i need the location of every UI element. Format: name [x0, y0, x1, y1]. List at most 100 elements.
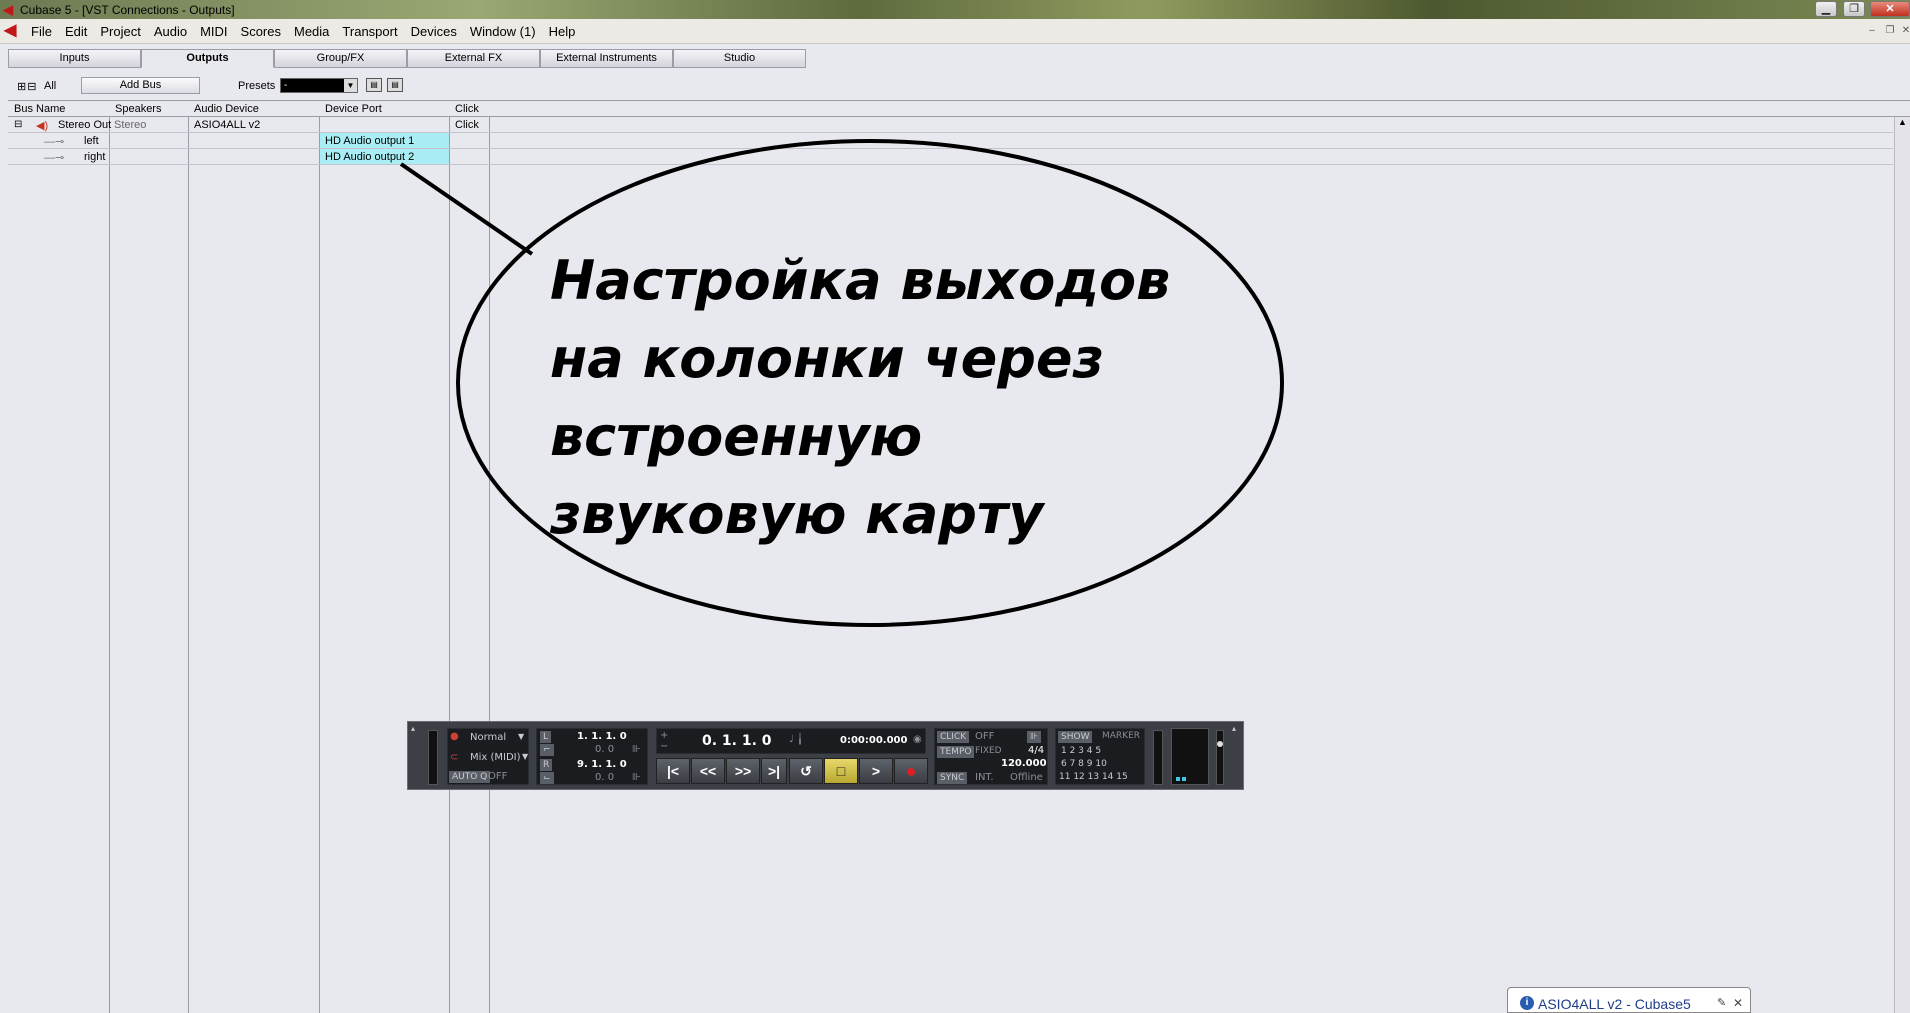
- table-row[interactable]: —⊸ right HD Audio output 2: [8, 149, 1893, 165]
- position-time-value[interactable]: 0:00:00.000: [840, 735, 907, 746]
- master-level-fader[interactable]: [1216, 730, 1224, 785]
- note-icon: ♩ ╽: [789, 734, 803, 745]
- collapse-icon[interactable]: ⊟: [14, 119, 22, 130]
- tab-inputs[interactable]: Inputs: [8, 49, 141, 68]
- autoq-label[interactable]: AUTO Q: [449, 771, 491, 783]
- tab-external-instruments[interactable]: External Instruments: [540, 49, 673, 68]
- punch-in-icon[interactable]: ⌐: [540, 744, 554, 756]
- remove-preset-icon[interactable]: ▤: [387, 78, 403, 92]
- expand-collapse-all-icon[interactable]: ⊞⊟: [17, 80, 37, 93]
- right-locator-value[interactable]: 9. 1. 1. 0: [577, 759, 627, 770]
- go-to-start-button[interactable]: |<: [656, 758, 690, 784]
- rewind-button[interactable]: <<: [691, 758, 725, 784]
- menu-project[interactable]: Project: [95, 24, 148, 39]
- all-label: All: [44, 80, 57, 92]
- speaker-icon: ◀): [36, 120, 49, 132]
- menu-help[interactable]: Help: [544, 24, 584, 39]
- chevron-down-icon[interactable]: ▼: [518, 732, 524, 741]
- marker-buttons-row-1[interactable]: 1 2 3 4 5: [1061, 746, 1101, 756]
- device-port-cell[interactable]: HD Audio output 1: [325, 135, 414, 147]
- table-row[interactable]: ⊟ ◀) Stereo Out Stereo ASIO4ALL v2 Click: [8, 117, 1893, 133]
- header-speakers[interactable]: Speakers: [115, 103, 161, 115]
- notification-popup[interactable]: i ASIO4ALL v2 - Cubase5 ✎ ✕: [1507, 987, 1751, 1013]
- play-button[interactable]: >: [859, 758, 893, 784]
- audio-device-cell[interactable]: ASIO4ALL v2: [194, 119, 260, 131]
- menu-transport[interactable]: Transport: [337, 24, 405, 39]
- header-device-port[interactable]: Device Port: [325, 103, 382, 115]
- menu-devices[interactable]: Devices: [406, 24, 465, 39]
- scroll-up-icon[interactable]: ▲: [1895, 117, 1910, 131]
- tempo-label[interactable]: TEMPO: [937, 746, 975, 758]
- marker-buttons-row-3[interactable]: 11 12 13 14 15: [1059, 772, 1128, 782]
- locators-block: L 1. 1. 1. 0 ⌐ 0. 0 ⊪ R 9. 1. 1. 0 ⌙ 0. …: [536, 728, 648, 785]
- chevron-down-icon[interactable]: ▼: [344, 79, 357, 92]
- header-bus-name[interactable]: Bus Name: [14, 103, 65, 115]
- right-locator-icon[interactable]: R: [540, 759, 553, 771]
- click-label[interactable]: CLICK: [937, 731, 970, 743]
- tempo-value[interactable]: 120.000: [1001, 758, 1047, 769]
- bus-table: Bus Name Speakers Audio Device Device Po…: [8, 100, 1910, 1013]
- left-locator-icon[interactable]: L: [540, 731, 552, 743]
- doc-minimize-icon[interactable]: –: [1864, 23, 1880, 38]
- signature-value[interactable]: 4/4: [1028, 745, 1044, 756]
- punch-out-icon[interactable]: ⌙: [540, 772, 554, 784]
- menu-file[interactable]: File: [26, 24, 60, 39]
- precount-icon[interactable]: ⊪: [1027, 731, 1041, 743]
- pre-roll-icon[interactable]: ⊪: [632, 744, 641, 755]
- bus-name-cell[interactable]: Stereo Out: [58, 119, 111, 131]
- time-format-icon[interactable]: ◉: [913, 734, 922, 745]
- menu-midi[interactable]: MIDI: [195, 24, 235, 39]
- chevron-down-icon[interactable]: ▼: [522, 752, 528, 761]
- tab-external-fx[interactable]: External FX: [407, 49, 540, 68]
- doc-restore-icon[interactable]: ❐: [1882, 23, 1898, 38]
- tab-outputs[interactable]: Outputs: [141, 49, 274, 68]
- post-roll-icon[interactable]: ⊪: [632, 772, 641, 783]
- sync-label[interactable]: SYNC: [937, 772, 968, 784]
- header-audio-device[interactable]: Audio Device: [194, 103, 259, 115]
- tab-studio[interactable]: Studio: [673, 49, 806, 68]
- menu-audio[interactable]: Audio: [149, 24, 195, 39]
- menu-window[interactable]: Window (1): [465, 24, 544, 39]
- maximize-button[interactable]: ❐: [1843, 1, 1865, 17]
- position-plus-icon[interactable]: +: [660, 730, 668, 741]
- device-port-cell[interactable]: HD Audio output 2: [325, 151, 414, 163]
- mix-mode-value[interactable]: Mix (MIDI): [470, 752, 521, 763]
- menu-edit[interactable]: Edit: [60, 24, 95, 39]
- panel-collapse-icon[interactable]: ▴: [1232, 724, 1236, 733]
- add-bus-button[interactable]: Add Bus: [81, 77, 200, 94]
- position-bars-value[interactable]: 0. 1. 1. 0: [702, 733, 772, 749]
- record-mode-value[interactable]: Normal: [470, 732, 506, 743]
- table-row[interactable]: —⊸ left HD Audio output 1: [8, 133, 1893, 149]
- marker-buttons-row-2[interactable]: 6 7 8 9 10: [1061, 759, 1107, 769]
- close-icon[interactable]: ✕: [1733, 996, 1743, 1010]
- click-value: OFF: [975, 731, 995, 742]
- go-to-end-button[interactable]: >|: [761, 758, 787, 784]
- midi-activity-meter: [1153, 730, 1163, 785]
- show-markers-label[interactable]: SHOW: [1058, 731, 1093, 743]
- presets-dropdown[interactable]: - ▼: [280, 78, 358, 93]
- tempo-block: CLICK OFF ⊪ TEMPO FIXED 4/4 120.000 SYNC…: [934, 728, 1048, 785]
- pin-icon[interactable]: ✎: [1717, 996, 1726, 1009]
- column-divider: [109, 101, 110, 1013]
- left-locator-value[interactable]: 1. 1. 1. 0: [577, 731, 627, 742]
- cubase-menu-icon[interactable]: ◀: [4, 23, 16, 39]
- tab-group-fx[interactable]: Group/FX: [274, 49, 407, 68]
- doc-close-icon[interactable]: ✕: [1898, 23, 1910, 38]
- minimize-button[interactable]: ▁: [1815, 1, 1837, 17]
- position-minus-icon[interactable]: −: [660, 741, 668, 752]
- vertical-scrollbar[interactable]: ▲: [1894, 117, 1910, 1013]
- store-preset-icon[interactable]: ▤: [366, 78, 382, 92]
- click-cell[interactable]: Click: [455, 119, 479, 131]
- cycle-button[interactable]: ↺: [789, 758, 823, 784]
- header-click[interactable]: Click: [455, 103, 479, 115]
- fast-forward-button[interactable]: >>: [726, 758, 760, 784]
- record-mode-icon: ●: [450, 731, 459, 742]
- stop-button[interactable]: □: [824, 758, 858, 784]
- close-button[interactable]: ✕: [1870, 1, 1910, 17]
- left-sub-value: 0. 0: [595, 744, 615, 755]
- menu-media[interactable]: Media: [289, 24, 337, 39]
- panel-menu-icon[interactable]: ▴: [411, 724, 415, 733]
- record-button[interactable]: ●: [894, 758, 928, 784]
- menu-scores[interactable]: Scores: [236, 24, 289, 39]
- channel-connector-icon: —⊸: [44, 136, 65, 148]
